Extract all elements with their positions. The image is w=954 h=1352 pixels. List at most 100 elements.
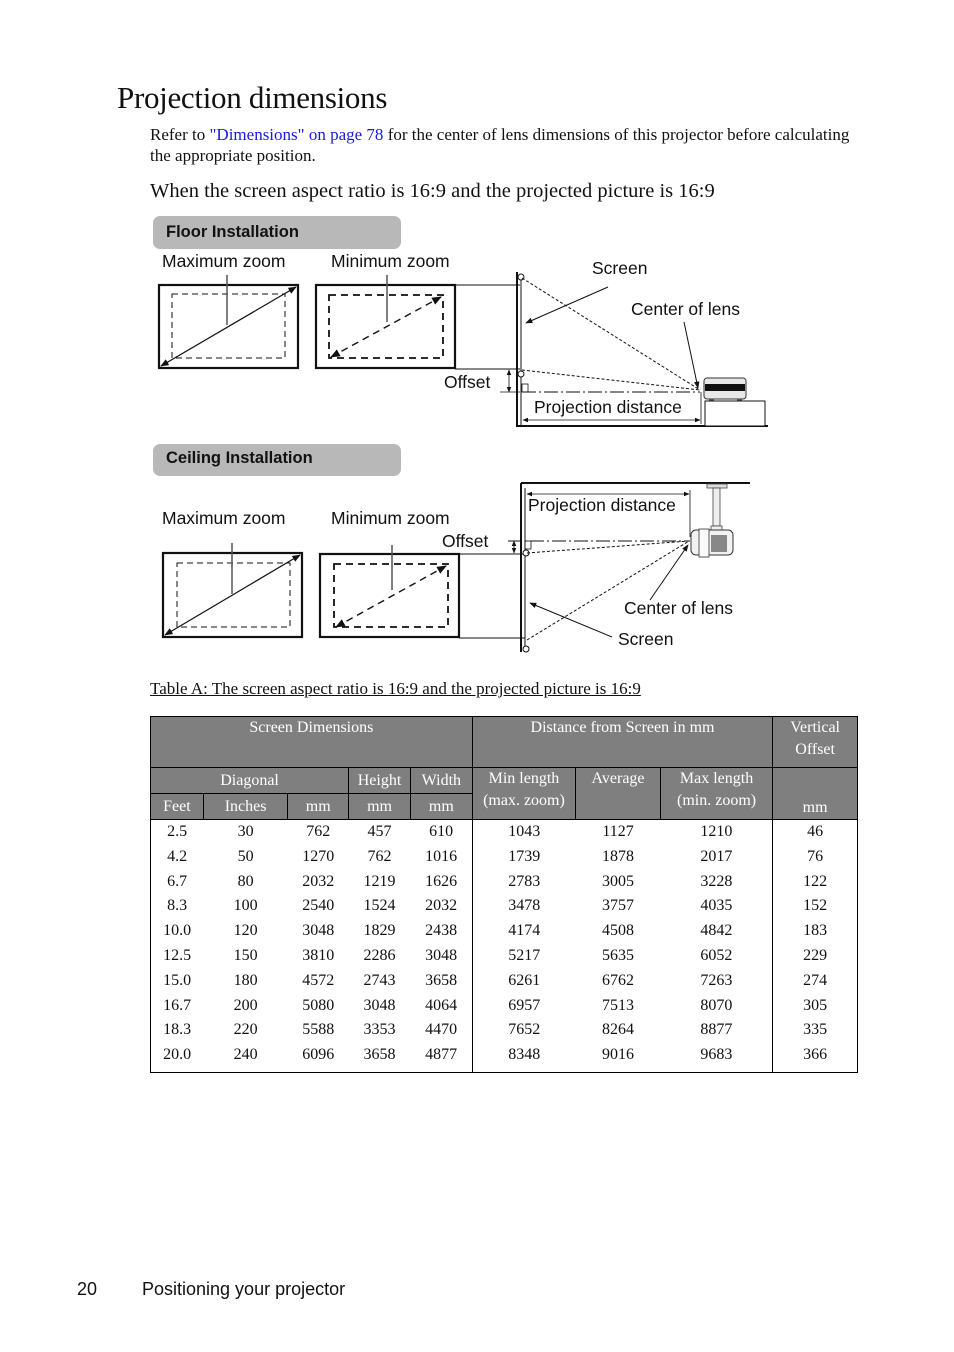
cell-average: 3005 [602,872,635,890]
cell-min-length: 3478 [508,897,541,915]
cell-vertical-offset: 274 [772,968,858,994]
cell-inches: 240 [203,1043,288,1073]
cell-average: 7513 [602,996,635,1014]
table-header-row: Diagonal Height Width Min length (max. z… [149,767,858,820]
cell-diagonal-mm: 2540 [302,897,335,915]
cell-feet: 8.3 [150,894,204,920]
cell-min-length: 2783 [508,872,541,890]
table-row: 6.7 80 2032 1219 1626 2783 3005 3228 122 [150,869,858,895]
cell-vertical-offset: 229 [772,943,858,969]
cell-diagonal-mm: 5588 [302,1021,335,1039]
header-distance-from-screen: Distance from Screen in mm [471,716,774,768]
cell-average: 1127 [602,823,634,840]
cell-diagonal-mm: 3810 [302,946,335,964]
cell-inches: 180 [233,971,258,989]
cell-height-mm: 3048 [363,996,396,1014]
table-row: 10.0 120 3048 1829 2438 4174 4508 4842 183 [150,919,858,944]
cell-feet: 16.7 [150,993,204,1019]
cell-diagonal-mm: 1270 [302,847,335,865]
cell-diagonal-mm: 6096 [287,1043,349,1073]
cell-feet: 15.0 [150,968,204,994]
cell-min-length: 1043 [508,823,541,840]
cell-inches: 200 [233,996,258,1014]
table-row: 2.5 30 762 457 610 1043 1127 1210 46 [150,819,858,845]
header-average: Average [575,767,661,820]
table-row: 20.0 240 6096 3658 4877 8348 9016 9683 366 [150,1043,858,1073]
cell-vertical-offset: 76 [772,844,858,870]
cell-max-length: 6052 [660,943,774,969]
cell-width-mm: 610 [410,819,473,845]
cell-height-mm: 457 [367,823,392,840]
cell-width-mm: 4877 [410,1043,473,1073]
cell-max-length: 3228 [660,869,774,895]
cell-height-mm: 1829 [363,922,396,940]
cell-inches: 150 [233,946,258,964]
header-diagonal: Diagonal [149,767,350,794]
table-body: 2.5 30 762 457 610 1043 1127 1210 46 4.2 50 1270 762… [150,819,858,1073]
cell-max-length: 8070 [660,993,774,1019]
cell-height-mm: 2743 [363,971,396,989]
header-max-length: Max length (min. zoom) [659,767,774,820]
cell-max-length: 2017 [660,844,774,870]
cell-average: 1878 [602,847,635,865]
cell-inches: 50 [237,847,254,865]
cell-max-length: 4842 [660,919,774,944]
cell-height-mm: 1219 [363,872,396,890]
cell-max-length: 4035 [660,894,774,920]
ceiling-projector-icon [690,483,734,558]
cell-width-mm: 4470 [410,1018,473,1044]
cell-vertical-offset: 152 [772,894,858,920]
table-row: 18.3 220 5588 3353 4470 7652 8264 8877 335 [150,1018,858,1044]
cell-vertical-offset: 183 [772,919,858,944]
cell-average: 5635 [602,946,635,964]
header-offset-mm: mm [772,767,858,820]
table-caption: Table A: The screen aspect ratio is 16:9… [150,679,641,698]
cell-feet: 20.0 [150,1043,204,1073]
ceiling-max-zoom-frame [161,543,304,639]
cell-min-length: 4174 [508,922,541,940]
header-width: Width [409,767,473,794]
table-row: 12.5 150 3810 2286 3048 5217 5635 6052 229 [150,943,858,969]
cell-width-mm: 2438 [410,919,473,944]
cell-width-mm: 2032 [410,894,473,920]
cell-max-length: 8877 [660,1018,774,1044]
table-row: 8.3 100 2540 1524 2032 3478 3757 4035 152 [150,894,858,920]
header-height-mm: mm [348,793,411,820]
cell-diagonal-mm: 4572 [302,971,335,989]
cell-feet: 18.3 [150,1018,204,1044]
header-feet: Feet [150,793,204,820]
cell-inches: 30 [237,823,254,840]
cell-average: 6762 [602,971,635,989]
cell-feet: 12.5 [150,943,204,969]
cell-height-mm: 2286 [363,946,396,964]
cell-max-length: 7263 [660,968,774,994]
cell-vertical-offset: 335 [772,1018,858,1044]
cell-min-length: 6261 [508,971,541,989]
cell-width-mm: 3658 [410,968,473,994]
table-header-row: Screen Dimensions Distance from Screen i… [150,716,858,768]
cell-min-length: 1739 [508,847,541,865]
cell-feet: 4.2 [150,844,204,870]
cell-min-length: 5217 [508,946,541,964]
cell-feet: 6.7 [150,869,204,895]
header-inches: Inches [202,793,289,820]
cell-width-mm: 1016 [410,844,473,870]
cell-width-mm: 4064 [410,993,473,1019]
cell-width-mm: 3048 [410,943,473,969]
ceiling-installation-diagram [161,482,750,653]
projection-dimensions-table: Screen Dimensions Distance from Screen i… [149,716,858,1073]
header-screen-dimensions: Screen Dimensions [150,716,473,768]
cell-feet: 2.5 [150,819,204,845]
cell-average: 9016 [575,1043,661,1073]
cell-min-length: 7652 [508,1021,541,1039]
cell-width-mm: 1626 [410,869,473,895]
header-width-mm: mm [409,793,473,820]
header-min-length: Min length (max. zoom) [471,767,577,820]
cell-average: 3757 [602,897,635,915]
cell-height-mm: 762 [367,847,392,865]
cell-min-length: 6957 [508,996,541,1014]
cell-vertical-offset: 305 [772,993,858,1019]
cell-diagonal-mm: 2032 [302,872,335,890]
cell-height-mm: 1524 [363,897,396,915]
cell-vertical-offset: 46 [772,819,858,845]
